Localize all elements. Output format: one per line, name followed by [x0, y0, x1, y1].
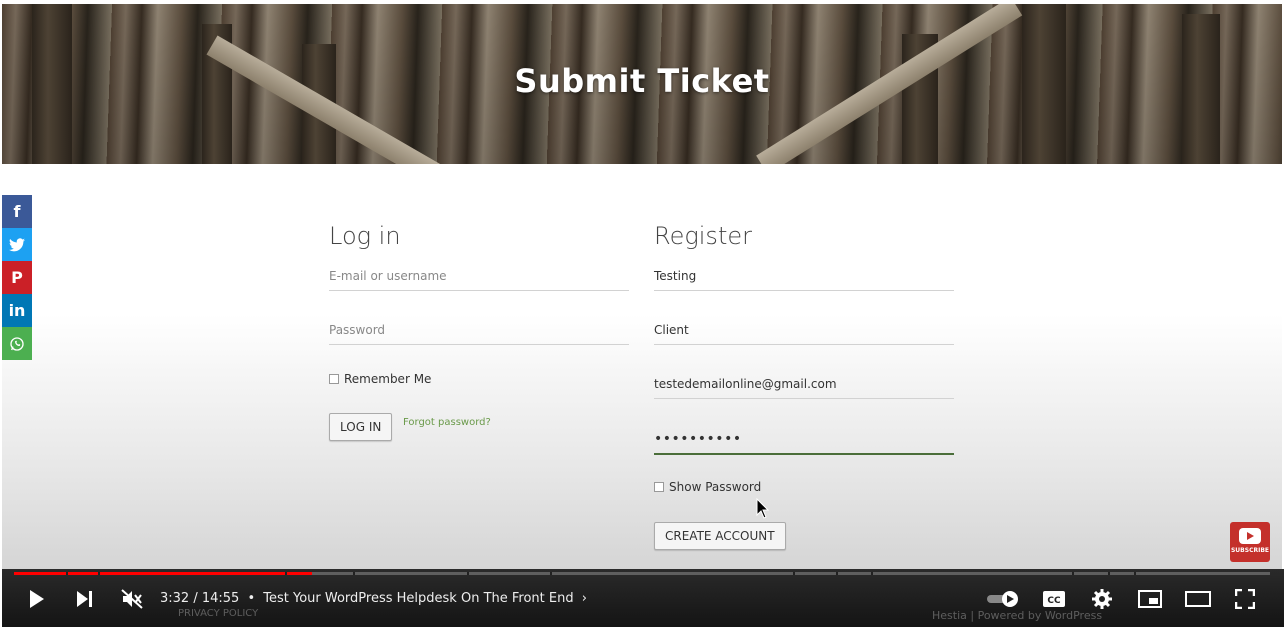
progress-bar[interactable] [14, 572, 1270, 575]
twitter-icon[interactable] [2, 228, 32, 261]
last-name-input[interactable]: Client [654, 316, 954, 345]
password-input[interactable]: Password [329, 316, 629, 345]
youtube-play-icon [1239, 528, 1261, 544]
page-title: Submit Ticket [514, 62, 770, 100]
autoplay-toggle[interactable] [986, 587, 1020, 611]
privacy-policy-link[interactable]: PRIVACY POLICY [178, 608, 258, 619]
pinterest-icon[interactable]: P [2, 261, 32, 294]
time-separator: • [247, 591, 256, 606]
remember-me-label: Remember Me [344, 372, 432, 386]
checkbox-box[interactable] [329, 374, 339, 384]
theater-mode-icon[interactable] [1185, 587, 1211, 611]
create-account-button[interactable]: CREATE ACCOUNT [654, 522, 786, 550]
checkbox-box[interactable] [654, 482, 664, 492]
register-password-field[interactable]: •••••••••• [654, 425, 954, 455]
mute-icon[interactable] [121, 587, 143, 611]
mouse-cursor-icon [756, 498, 770, 519]
username-input[interactable]: E-mail or username [329, 262, 629, 291]
video-player-controls: 3:32 / 14:55 • Test Your WordPress Helpd… [2, 569, 1284, 627]
social-share-bar: f P in [2, 195, 32, 360]
youtube-subscribe-badge[interactable]: SUBSCRIBE [1230, 522, 1270, 562]
footer-credit: Hestia | Powered by WordPress [932, 609, 1103, 622]
show-password-checkbox[interactable]: Show Password [654, 480, 761, 494]
miniplayer-icon[interactable] [1138, 587, 1162, 611]
settings-gear-icon[interactable] [1091, 587, 1113, 611]
register-heading: Register [654, 222, 752, 250]
player-timeline: 3:32 / 14:55 • Test Your WordPress Helpd… [160, 591, 587, 606]
subscribe-label: SUBSCRIBE [1230, 547, 1269, 554]
email-field[interactable]: testedemailonline@gmail.com [654, 370, 954, 399]
fullscreen-icon[interactable] [1235, 587, 1255, 611]
play-icon[interactable] [28, 587, 46, 611]
next-icon[interactable] [75, 587, 95, 611]
page: Submit Ticket f P in Log in E-mail or us… [2, 0, 1284, 627]
svg-text:CC: CC [1047, 596, 1061, 606]
chevron-right-icon[interactable]: › [582, 591, 587, 606]
hero-banner: Submit Ticket [2, 4, 1282, 164]
time-display: 3:32 / 14:55 [160, 591, 240, 606]
captions-icon[interactable]: CC [1042, 587, 1066, 611]
login-button[interactable]: LOG IN [329, 413, 393, 441]
linkedin-icon[interactable]: in [2, 294, 32, 327]
first-name-input[interactable]: Testing [654, 262, 954, 291]
content-area [2, 164, 1282, 569]
forgot-password-link[interactable]: Forgot password? [403, 417, 491, 428]
remember-me-checkbox[interactable]: Remember Me [329, 372, 431, 386]
show-password-label: Show Password [669, 480, 762, 494]
whatsapp-icon[interactable] [2, 327, 32, 360]
progress-played [14, 572, 312, 575]
video-title[interactable]: Test Your WordPress Helpdesk On The Fron… [263, 591, 573, 606]
login-heading: Log in [329, 222, 401, 250]
facebook-icon[interactable]: f [2, 195, 32, 228]
